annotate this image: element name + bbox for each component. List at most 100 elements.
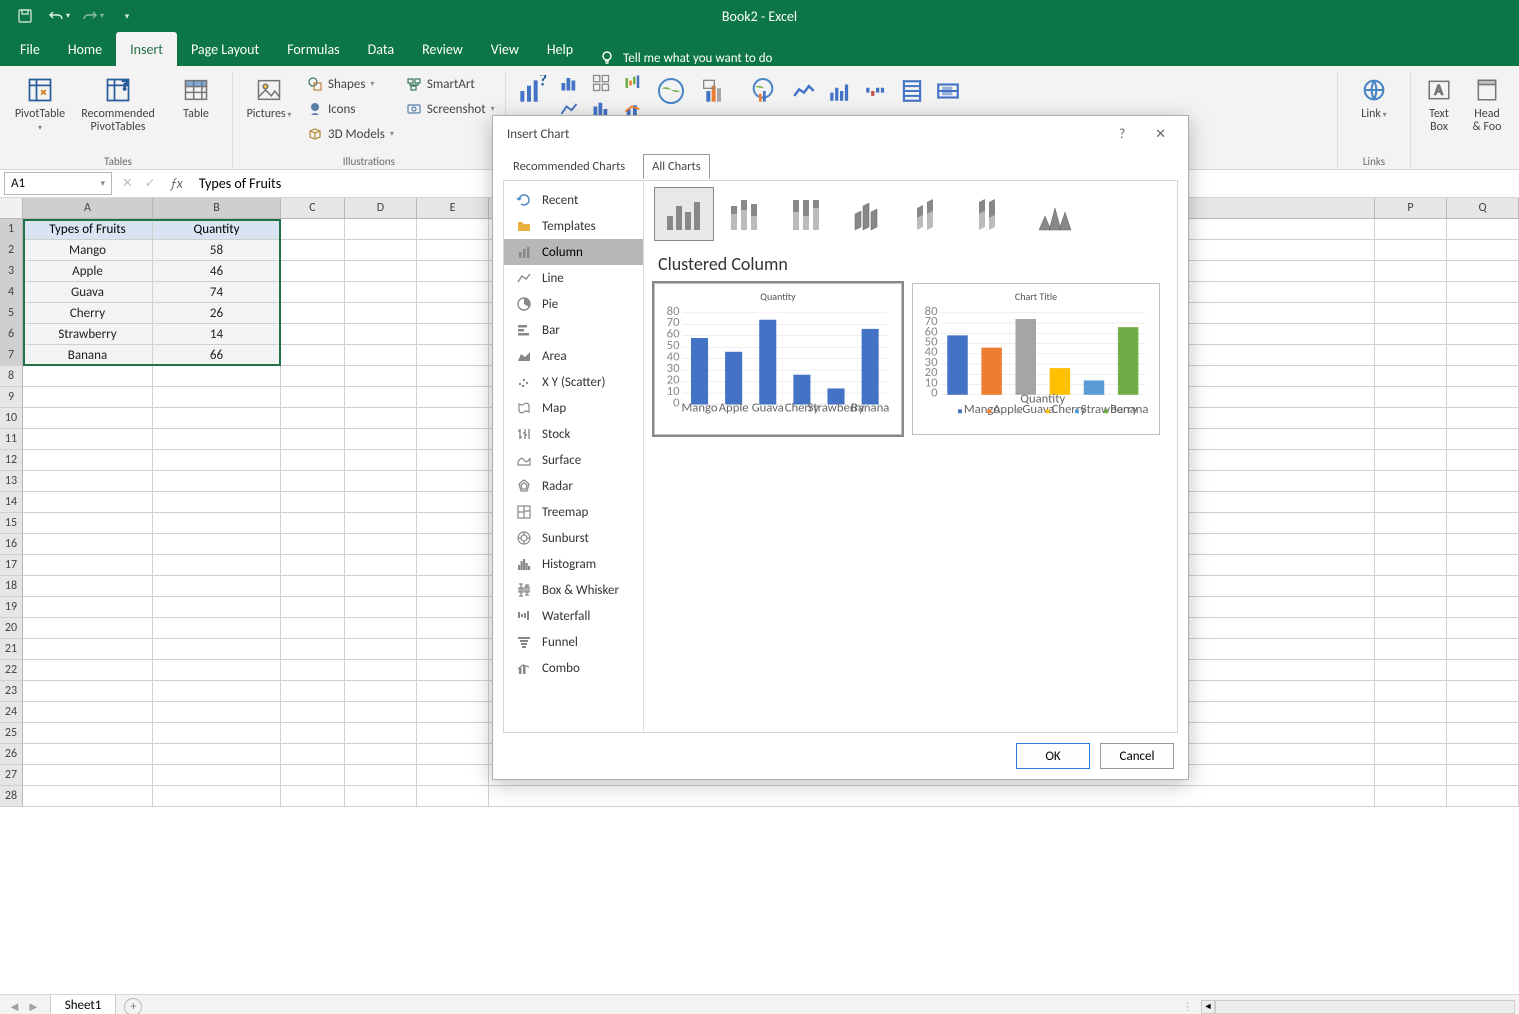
cell[interactable] [1375, 618, 1447, 639]
ribbon-tab-page-layout[interactable]: Page Layout [177, 32, 273, 66]
chart-category-map[interactable]: Map [504, 395, 643, 421]
hscroll-left-button[interactable]: ◄ [1201, 1000, 1215, 1014]
cell[interactable] [281, 786, 345, 807]
cell[interactable] [1375, 408, 1447, 429]
ribbon-tab-home[interactable]: Home [54, 32, 116, 66]
cell[interactable] [1375, 660, 1447, 681]
cell[interactable] [1447, 324, 1519, 345]
ribbon-tab-file[interactable]: File [6, 32, 54, 66]
cell[interactable] [23, 786, 153, 807]
cell[interactable] [1447, 618, 1519, 639]
cell[interactable] [345, 324, 417, 345]
cell[interactable] [1447, 408, 1519, 429]
cell[interactable]: Mango [23, 240, 153, 261]
cell[interactable] [1375, 639, 1447, 660]
cell[interactable] [23, 702, 153, 723]
cell[interactable]: Banana [23, 345, 153, 366]
row-header[interactable]: 24 [0, 702, 23, 723]
chart-category-recent[interactable]: Recent [504, 187, 643, 213]
cell[interactable] [23, 639, 153, 660]
cell[interactable] [153, 639, 281, 660]
name-box[interactable]: A1 [4, 172, 112, 195]
horizontal-scrollbar[interactable] [1215, 1000, 1515, 1014]
row-header[interactable]: 15 [0, 513, 23, 534]
cell[interactable] [1447, 786, 1519, 807]
cell[interactable] [153, 429, 281, 450]
cell[interactable] [153, 471, 281, 492]
cell[interactable] [1447, 576, 1519, 597]
sparkline-line-button[interactable] [790, 72, 818, 110]
cell[interactable] [1375, 576, 1447, 597]
chart-category-combo[interactable]: Combo [504, 655, 643, 681]
cell[interactable] [281, 387, 345, 408]
chart-category-column[interactable]: Column [504, 239, 643, 265]
ribbon-tab-help[interactable]: Help [533, 32, 587, 66]
cell[interactable] [1375, 765, 1447, 786]
cell[interactable] [345, 303, 417, 324]
cell[interactable] [1375, 219, 1447, 240]
row-header[interactable]: 2 [0, 240, 23, 261]
cell[interactable] [1447, 723, 1519, 744]
cell[interactable] [1375, 681, 1447, 702]
cell[interactable]: Guava [23, 282, 153, 303]
cell[interactable] [1447, 639, 1519, 660]
cell[interactable] [281, 576, 345, 597]
ribbon-tab-review[interactable]: Review [408, 32, 477, 66]
redo-icon[interactable]: ▾ [78, 2, 108, 30]
cell[interactable] [1447, 366, 1519, 387]
cell[interactable] [281, 555, 345, 576]
screenshot-button[interactable]: Screenshot [402, 97, 499, 121]
3d-models-button[interactable]: 3D Models [303, 122, 398, 146]
cell[interactable] [1375, 744, 1447, 765]
cell[interactable] [23, 660, 153, 681]
cell[interactable] [281, 513, 345, 534]
cell[interactable] [1375, 429, 1447, 450]
cell[interactable] [417, 324, 489, 345]
ok-button[interactable]: OK [1016, 743, 1090, 769]
row-header[interactable]: 3 [0, 261, 23, 282]
cell[interactable] [1375, 723, 1447, 744]
shapes-button[interactable]: Shapes [303, 72, 398, 96]
cell[interactable] [153, 450, 281, 471]
cell[interactable] [23, 513, 153, 534]
cell[interactable] [417, 282, 489, 303]
cell[interactable] [345, 261, 417, 282]
cell[interactable] [345, 681, 417, 702]
cell[interactable] [417, 408, 489, 429]
cell[interactable] [23, 576, 153, 597]
cell[interactable] [345, 660, 417, 681]
ribbon-tab-insert[interactable]: Insert [116, 32, 177, 66]
row-header[interactable]: 12 [0, 450, 23, 471]
cell[interactable] [281, 618, 345, 639]
recommended-pivottables-button[interactable]: ? Recommended PivotTables [74, 72, 162, 136]
row-header[interactable]: 9 [0, 387, 23, 408]
cell[interactable] [1447, 429, 1519, 450]
cell[interactable] [1375, 471, 1447, 492]
add-sheet-button[interactable]: + [124, 998, 142, 1014]
cell[interactable] [1447, 219, 1519, 240]
chart-category-treemap[interactable]: Treemap [504, 499, 643, 525]
row-header[interactable]: 6 [0, 324, 23, 345]
row-header[interactable]: 18 [0, 576, 23, 597]
column-subtype-4[interactable] [902, 187, 962, 241]
fx-icon[interactable]: ƒx [162, 170, 191, 197]
pivotchart-button[interactable] [698, 72, 736, 110]
tab-recommended-charts[interactable]: Recommended Charts [505, 155, 633, 178]
cell[interactable] [23, 492, 153, 513]
cell[interactable] [281, 639, 345, 660]
cell[interactable] [1375, 534, 1447, 555]
qat-more-icon[interactable]: ▾ [112, 2, 142, 30]
cell[interactable] [153, 681, 281, 702]
cell[interactable] [345, 366, 417, 387]
cell[interactable] [23, 366, 153, 387]
cell[interactable] [345, 576, 417, 597]
cell[interactable] [1447, 555, 1519, 576]
cell[interactable] [345, 492, 417, 513]
cell[interactable] [345, 345, 417, 366]
cell[interactable] [345, 702, 417, 723]
column-header[interactable]: C [281, 198, 345, 219]
slicer-button[interactable] [898, 72, 926, 110]
column-subtype-6[interactable] [1026, 187, 1086, 241]
cell[interactable] [153, 408, 281, 429]
cell[interactable] [345, 282, 417, 303]
